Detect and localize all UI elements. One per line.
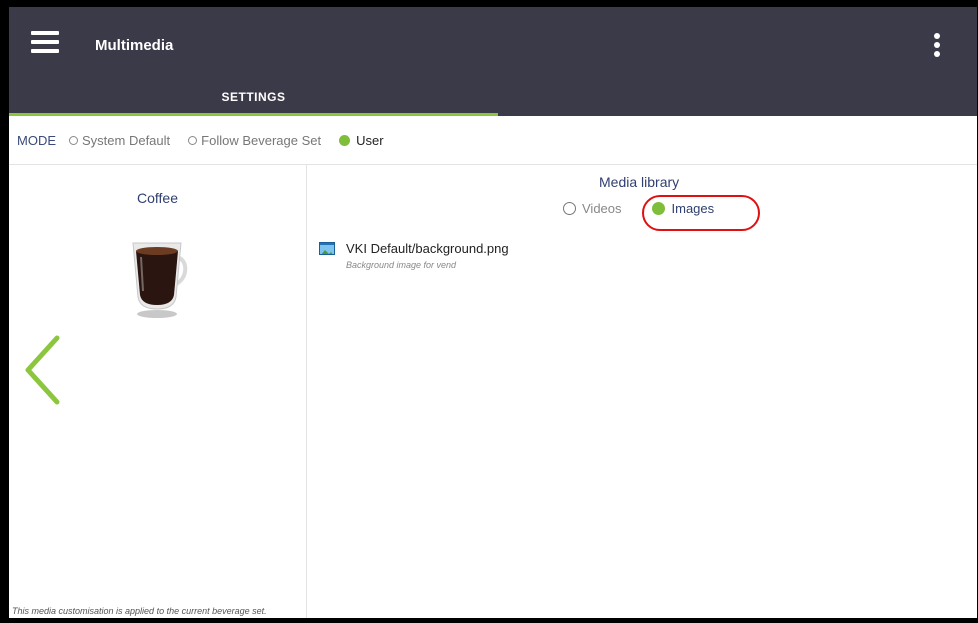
radio-selected-icon [339,134,351,146]
mode-option-user[interactable]: User [339,132,384,148]
beverage-panel: Coffee This media customisation is appli… [9,165,307,618]
tab-bar: SETTINGS [9,83,977,116]
mode-option-label: User [356,132,384,148]
coffee-cup-icon [123,235,195,324]
media-option-videos[interactable]: Videos [563,201,622,216]
chevron-left-icon[interactable] [23,335,61,410]
mode-option-label: Follow Beverage Set [201,132,322,148]
footnote-text: This media customisation is applied to t… [12,606,267,616]
mode-option-label: System Default [82,132,171,148]
more-vertical-icon[interactable] [933,33,941,61]
media-library-title: Media library [599,174,680,190]
radio-unselected-icon [563,202,576,215]
mode-label: MODE [17,132,56,148]
hamburger-menu-icon[interactable] [31,31,59,53]
media-item-name: VKI Default/background.png [346,241,509,256]
beverage-name: Coffee [137,190,178,206]
app-window: Multimedia SETTINGS MODE System Default … [0,0,978,623]
mode-option-follow-beverage-set[interactable]: Follow Beverage Set [188,133,321,148]
media-option-label: Videos [582,201,622,216]
app-bar: Multimedia [9,7,977,83]
image-file-icon [319,242,335,255]
app-title: Multimedia [95,37,174,54]
media-item-description: Background image for vend [346,260,457,270]
mode-bar: MODE System Default Follow Beverage Set … [9,116,977,165]
tab-settings[interactable]: SETTINGS [9,83,498,116]
media-library-panel: Media library Videos Images VKI Default/… [307,165,977,618]
mode-option-system-default[interactable]: System Default [69,133,170,148]
radio-unselected-icon [188,135,198,145]
radio-unselected-icon [69,135,78,145]
annotation-highlight [642,195,760,231]
